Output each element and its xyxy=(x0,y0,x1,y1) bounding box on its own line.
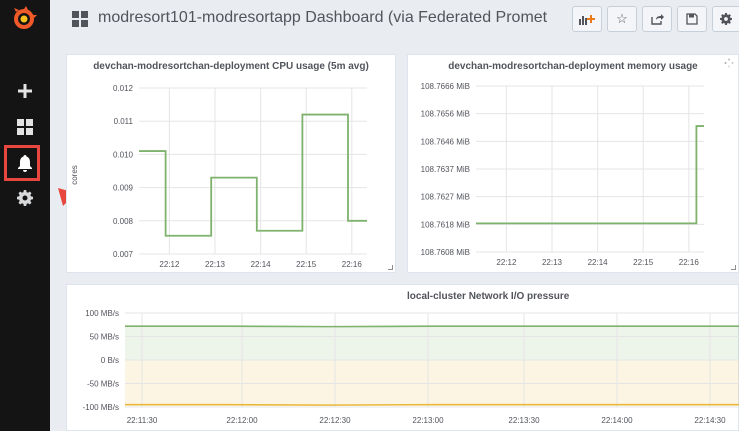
y-tick-label: 108.7637 MiB xyxy=(421,165,470,174)
resize-handle[interactable] xyxy=(731,265,736,270)
area-fill-yellow xyxy=(125,360,739,406)
x-tick-label: 22:14 xyxy=(588,258,609,267)
gear-icon[interactable] xyxy=(13,186,37,210)
x-tick-label: 22:12 xyxy=(159,260,180,269)
save-icon xyxy=(686,13,698,25)
y-axis-label: cores xyxy=(70,165,79,185)
y-tick-label: 108.7608 MiB xyxy=(421,248,470,257)
memory-chart: 108.7666 MiB 108.7656 MiB 108.7646 MiB 108.… xyxy=(421,82,704,267)
resize-handle[interactable] xyxy=(388,265,393,270)
settings-gear-icon xyxy=(720,13,732,25)
y-tick-label: 0.008 xyxy=(113,217,134,226)
y-tick-label: 100 MB/s xyxy=(85,309,119,318)
x-tick-label: 22:11:30 xyxy=(127,416,158,425)
plus-icon[interactable] xyxy=(13,79,37,103)
y-tick-label: 108.7646 MiB xyxy=(421,137,470,146)
star-button[interactable]: ☆ xyxy=(607,6,637,32)
dashboards-icon[interactable] xyxy=(13,115,37,139)
x-tick-label: 22:14 xyxy=(251,260,272,269)
add-panel-button[interactable] xyxy=(572,6,602,32)
x-tick-label: 22:13:30 xyxy=(508,416,540,425)
x-tick-label: 22:16 xyxy=(679,258,700,267)
x-tick-label: 22:16 xyxy=(342,260,363,269)
y-tick-label: 108.7627 MiB xyxy=(421,193,470,202)
y-tick-label: 108.7656 MiB xyxy=(421,110,470,119)
cpu-usage-panel[interactable]: devchan-modresortchan-deployment CPU usa… xyxy=(66,54,396,273)
y-tick-label: 50 MB/s xyxy=(90,333,119,342)
x-tick-label: 22:12:00 xyxy=(226,416,258,425)
network-io-panel[interactable]: local-cluster Network I/O pressure 100 M… xyxy=(66,284,739,431)
y-tick-label: 0.007 xyxy=(113,250,134,259)
y-tick-label: -50 MB/s xyxy=(87,380,119,389)
network-chart: 100 MB/s 50 MB/s 0 B/s -50 MB/s -100 MB/s 22:… xyxy=(83,309,739,425)
share-icon xyxy=(650,14,664,25)
settings-button[interactable] xyxy=(712,6,739,32)
x-tick-label: 22:15 xyxy=(296,260,317,269)
x-tick-label: 22:14:30 xyxy=(694,416,726,425)
x-tick-label: 22:14:00 xyxy=(601,416,633,425)
area-fill-green xyxy=(125,326,739,360)
y-tick-label: -100 MB/s xyxy=(83,403,119,412)
sidebar xyxy=(0,0,50,431)
top-navbar: modresort101-modresortapp Dashboard (via… xyxy=(50,0,739,40)
series-line xyxy=(139,113,367,237)
bell-highlight-box xyxy=(4,145,40,181)
y-tick-label: 0.009 xyxy=(113,184,134,193)
grafana-logo-icon[interactable] xyxy=(11,6,37,32)
x-tick-label: 22:15 xyxy=(633,258,654,267)
x-tick-label: 22:13 xyxy=(542,258,563,267)
save-button[interactable] xyxy=(677,6,707,32)
y-tick-label: 108.7618 MiB xyxy=(421,220,470,229)
x-tick-label: 22:13 xyxy=(205,260,226,269)
y-tick-label: 0.011 xyxy=(114,117,134,126)
cpu-chart: 0.012 0.011 0.010 0.009 0.008 0.007 22:12 22:13… xyxy=(70,84,367,269)
series-line xyxy=(476,125,704,225)
dashboard-grid-icon[interactable] xyxy=(72,11,88,27)
x-tick-label: 22:12 xyxy=(496,258,517,267)
y-tick-label: 108.7666 MiB xyxy=(421,82,470,91)
y-tick-label: 0.010 xyxy=(113,150,134,159)
star-icon: ☆ xyxy=(616,11,628,26)
dashboard-title[interactable]: modresort101-modresortapp Dashboard (via… xyxy=(98,9,548,27)
x-tick-label: 22:13:00 xyxy=(412,416,444,425)
y-tick-label: 0.012 xyxy=(113,84,134,93)
add-panel-icon xyxy=(579,15,595,25)
y-tick-label: 0 B/s xyxy=(101,356,119,365)
x-tick-label: 22:12:30 xyxy=(319,416,351,425)
memory-usage-panel[interactable]: devchan-modresortchan-deployment memory … xyxy=(407,54,739,273)
share-button[interactable] xyxy=(642,6,672,32)
